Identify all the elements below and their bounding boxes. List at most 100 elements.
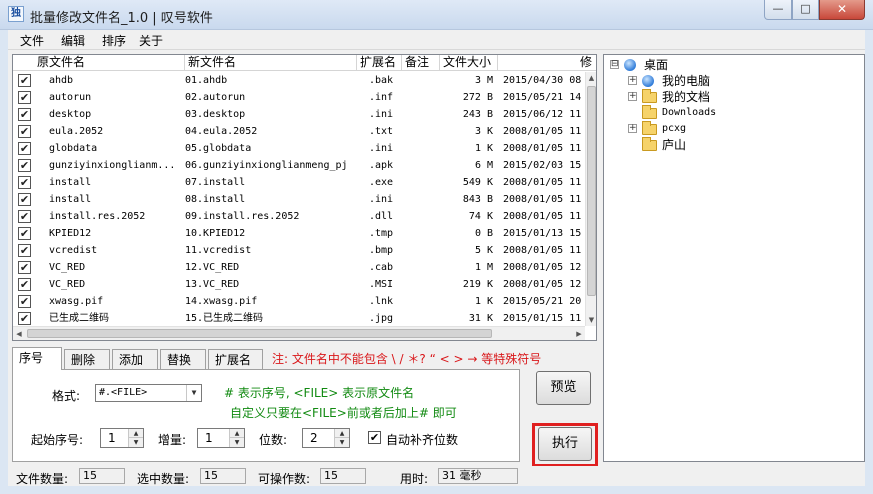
menu-file[interactable]: 文件: [20, 32, 44, 49]
row-checkbox[interactable]: ✔: [18, 125, 31, 138]
row-checkbox[interactable]: ✔: [18, 261, 31, 274]
column-file-size[interactable]: 文件大小: [440, 55, 498, 71]
column-original-name[interactable]: 原文件名: [13, 55, 185, 71]
chevron-down-icon[interactable]: ▼: [186, 385, 201, 401]
table-row[interactable]: ✔ KPIED12 10.KPIED12 .tmp 0 B 2015/01/13 15: [13, 225, 585, 242]
row-checkbox[interactable]: ✔: [18, 227, 31, 240]
column-new-name[interactable]: 新文件名: [185, 55, 357, 71]
file-size-cell: 219 K: [462, 279, 493, 290]
start-number-label: 起始序号:: [31, 433, 84, 447]
table-row[interactable]: ✔ install.res.2052 09.install.res.2052 .dll…: [13, 208, 585, 225]
table-row[interactable]: ✔ autorun 02.autorun .inf 272 B 2015/05/21 14: [13, 89, 585, 106]
tab-add[interactable]: 添加: [112, 349, 158, 370]
increase-icon[interactable]: ▲: [129, 429, 143, 438]
tree-node[interactable]: ⊟ 桌面: [604, 57, 862, 73]
scroll-left-icon[interactable]: ◀: [13, 327, 25, 340]
row-checkbox[interactable]: ✔: [18, 312, 31, 325]
expand-toggle-icon[interactable]: +: [628, 92, 637, 101]
file-size-cell: 6 M: [474, 160, 493, 171]
extension-cell: .jpg: [369, 313, 394, 324]
table-row[interactable]: ✔ eula.2052 04.eula.2052 .txt 3 K 2008/01/05 …: [13, 123, 585, 140]
table-row[interactable]: ✔ gunziyinxionglianm... 06.gunziyinxiongli…: [13, 157, 585, 174]
row-checkbox[interactable]: ✔: [18, 278, 31, 291]
vertical-scroll-thumb[interactable]: [587, 86, 596, 296]
expand-toggle-icon[interactable]: ⊟: [610, 60, 619, 69]
tree-node[interactable]: + pcxg: [604, 121, 862, 137]
increase-icon[interactable]: ▲: [335, 429, 349, 438]
table-row[interactable]: ✔ vcredist 11.vcredist .bmp 5 K 2008/01/05 11: [13, 242, 585, 259]
file-count-value: 15: [79, 468, 125, 484]
horizontal-scrollbar[interactable]: ◀ ▶: [13, 326, 585, 340]
table-row[interactable]: ✔ desktop 03.desktop .ini 243 B 2015/06/12 11: [13, 106, 585, 123]
horizontal-scroll-thumb[interactable]: [27, 329, 492, 338]
file-size-cell: 0 B: [474, 228, 493, 239]
scroll-up-icon[interactable]: ▲: [586, 72, 596, 84]
row-checkbox[interactable]: ✔: [18, 159, 31, 172]
increment-stepper[interactable]: 1 ▲ ▼: [197, 428, 245, 448]
tab-serial[interactable]: 序号: [12, 347, 62, 370]
start-number-stepper[interactable]: 1 ▲ ▼: [100, 428, 144, 448]
start-number-value[interactable]: 1: [108, 431, 116, 445]
original-name-cell: VC_RED: [49, 279, 86, 290]
extension-cell: .bak: [369, 75, 394, 86]
tree-node[interactable]: + 我的电脑: [604, 73, 862, 89]
menu-sort[interactable]: 排序: [102, 32, 126, 49]
table-row[interactable]: ✔ install 07.install .exe 549 K 2008/01/05 11: [13, 174, 585, 191]
table-row[interactable]: ✔ install 08.install .ini 843 B 2008/01/05 11: [13, 191, 585, 208]
column-remark[interactable]: 备注: [402, 55, 440, 71]
row-checkbox[interactable]: ✔: [18, 210, 31, 223]
digits-stepper[interactable]: 2 ▲ ▼: [302, 428, 350, 448]
tab-delete[interactable]: 删除: [64, 349, 110, 370]
decrease-icon[interactable]: ▼: [230, 438, 244, 447]
preview-button[interactable]: 预览: [536, 371, 591, 405]
row-checkbox[interactable]: ✔: [18, 91, 31, 104]
table-row[interactable]: ✔ VC_RED 12.VC_RED .cab 1 M 2008/01/05 12: [13, 259, 585, 276]
table-row[interactable]: ✔ ahdb 01.ahdb .bak 3 M 2015/04/30 08: [13, 72, 585, 89]
row-checkbox[interactable]: ✔: [18, 142, 31, 155]
row-checkbox[interactable]: ✔: [18, 295, 31, 308]
table-row[interactable]: ✔ globdata 05.globdata .ini 1 K 2008/01/05 11: [13, 140, 585, 157]
tree-node[interactable]: 庐山: [604, 137, 862, 153]
tree-node[interactable]: Downloads: [604, 105, 862, 121]
menu-about[interactable]: 关于: [139, 32, 163, 49]
column-extension[interactable]: 扩展名: [357, 55, 402, 71]
tree-node[interactable]: + 我的文档: [604, 89, 862, 105]
decrease-icon[interactable]: ▼: [335, 438, 349, 447]
maximize-button[interactable]: □: [792, 0, 819, 20]
table-row[interactable]: ✔ 已生成二维码 15.已生成二维码 .jpg 31 K 2015/01/15 11: [13, 310, 585, 326]
close-button[interactable]: ✕: [819, 0, 865, 20]
menu-edit[interactable]: 编辑: [61, 32, 85, 49]
digits-value[interactable]: 2: [310, 431, 318, 445]
operable-count-label: 可操作数:: [258, 472, 311, 486]
row-checkbox[interactable]: ✔: [18, 176, 31, 189]
auto-pad-checkbox[interactable]: ✔: [368, 431, 381, 444]
table-row[interactable]: ✔ VC_RED 13.VC_RED .MSI 219 K 2008/01/05 12: [13, 276, 585, 293]
format-select-value: #.<FILE>: [99, 387, 148, 398]
increase-icon[interactable]: ▲: [230, 429, 244, 438]
row-checkbox[interactable]: ✔: [18, 74, 31, 87]
table-row[interactable]: ✔ xwasg.pif 14.xwasg.pif .lnk 1 K 2015/05/21 …: [13, 293, 585, 310]
scroll-down-icon[interactable]: ▼: [586, 314, 596, 326]
file-list-body: ✔ ahdb 01.ahdb .bak 3 M 2015/04/30 08 ✔ autorun…: [13, 72, 585, 326]
execute-button[interactable]: 执行: [538, 427, 592, 461]
column-modified[interactable]: 修: [498, 55, 596, 71]
new-name-cell: 02.autorun: [185, 92, 246, 103]
modified-cell: 2008/01/05 11: [503, 143, 582, 154]
scroll-right-icon[interactable]: ▶: [573, 327, 585, 340]
folder-tree[interactable]: ⊟ 桌面 + 我的电脑 + 我的文档 Downloads + pcxg 庐山: [603, 54, 865, 462]
tab-extension[interactable]: 扩展名: [208, 349, 263, 370]
vertical-scrollbar[interactable]: ▲ ▼: [585, 72, 596, 326]
decrease-icon[interactable]: ▼: [129, 438, 143, 447]
format-select[interactable]: #.<FILE> ▼: [95, 384, 202, 402]
row-checkbox[interactable]: ✔: [18, 244, 31, 257]
expand-toggle-icon[interactable]: +: [628, 124, 637, 133]
tab-replace[interactable]: 替换: [160, 349, 206, 370]
row-checkbox[interactable]: ✔: [18, 108, 31, 121]
file-list[interactable]: 原文件名 新文件名 扩展名 备注 文件大小 修 ✔ ahdb 01.ahdb .bak…: [12, 54, 597, 341]
minimize-button[interactable]: —: [764, 0, 792, 20]
file-size-cell: 31 K: [468, 313, 493, 324]
increment-value[interactable]: 1: [205, 431, 213, 445]
row-checkbox[interactable]: ✔: [18, 193, 31, 206]
expand-toggle-icon[interactable]: +: [628, 76, 637, 85]
file-size-cell: 1 M: [474, 262, 493, 273]
